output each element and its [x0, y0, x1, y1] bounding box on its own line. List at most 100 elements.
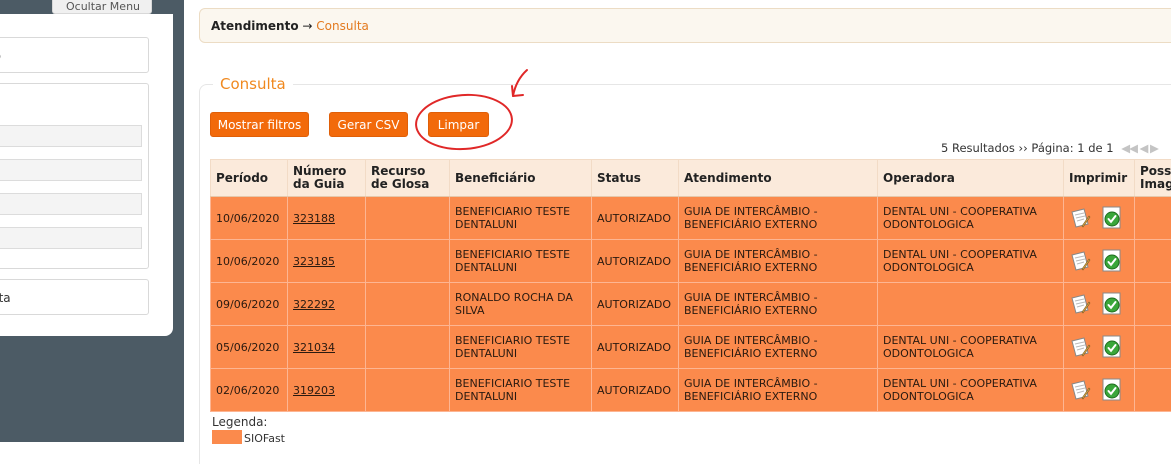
main-content: Atendimento → Consulta Consulta Mostrar … [184, 0, 1171, 442]
breadcrumb-arrow: → [302, 19, 312, 33]
sidebar-item-label: ista [0, 291, 11, 305]
breadcrumb-root[interactable]: Atendimento [211, 19, 299, 33]
breadcrumb: Atendimento → Consulta [199, 8, 1171, 43]
table-row[interactable]: 10/06/2020 323185 BENEFICIARIO TESTE DEN… [211, 240, 1171, 283]
guide-number-cell: 322292 [288, 283, 366, 326]
sidebar-field-3[interactable] [0, 193, 142, 215]
attendance-cell: GUIA DE INTERCÂMBIO - BENEFICIÁRIO EXTER… [679, 326, 878, 369]
beneficiary-cell: BENEFICIARIO TESTE DENTALUNI [450, 240, 592, 283]
guide-number-link[interactable]: 322292 [293, 298, 335, 311]
gloss-appeal-cell [366, 197, 450, 240]
print-document-icon[interactable] [1069, 293, 1091, 315]
guide-number-cell: 321034 [288, 326, 366, 369]
image-cell [1135, 369, 1171, 412]
period-cell: 02/06/2020 [211, 369, 288, 412]
print-cell [1064, 283, 1135, 326]
print-document-icon[interactable] [1069, 250, 1091, 272]
approve-check-icon[interactable] [1101, 249, 1123, 273]
legend-item-label: SIOFast [244, 432, 285, 445]
image-cell [1135, 326, 1171, 369]
period-cell: 10/06/2020 [211, 197, 288, 240]
status-cell: AUTORIZADO [592, 369, 679, 412]
operator-cell [878, 283, 1064, 326]
operator-cell: DENTAL UNI - COOPERATIVA ODONTOLOGICA [878, 197, 1064, 240]
guide-number-link[interactable]: 323185 [293, 255, 335, 268]
column-header[interactable]: Imprimir [1064, 160, 1135, 197]
pagination-separator: ›› [1019, 141, 1028, 155]
table-row[interactable]: 02/06/2020 319203 BENEFICIARIO TESTE DEN… [211, 369, 1171, 412]
status-cell: AUTORIZADO [592, 326, 679, 369]
column-header[interactable]: Número da Guia [288, 160, 366, 197]
status-cell: AUTORIZADO [592, 283, 679, 326]
gloss-appeal-cell [366, 283, 450, 326]
sidebar-item-label: ro [0, 49, 1, 63]
sidebar-field-4[interactable] [0, 227, 142, 249]
guide-number-cell: 319203 [288, 369, 366, 412]
attendance-cell: GUIA DE INTERCÂMBIO - BENEFICIÁRIO EXTER… [679, 197, 878, 240]
operator-cell: DENTAL UNI - COOPERATIVA ODONTOLOGICA [878, 240, 1064, 283]
image-cell [1135, 197, 1171, 240]
sidebar-item-top[interactable]: ro [0, 37, 149, 73]
section-title: Consulta [213, 75, 293, 93]
period-cell: 10/06/2020 [211, 240, 288, 283]
annotation-arrow-icon [504, 66, 534, 106]
sidebar-filter-group: o [0, 83, 149, 269]
operator-cell: DENTAL UNI - COOPERATIVA ODONTOLOGICA [878, 369, 1064, 412]
print-cell [1064, 240, 1135, 283]
status-cell: AUTORIZADO [592, 197, 679, 240]
beneficiary-cell: BENEFICIARIO TESTE DENTALUNI [450, 197, 592, 240]
column-header[interactable]: Atendimento [679, 160, 878, 197]
column-header[interactable]: Recurso de Glosa [366, 160, 450, 197]
image-cell [1135, 240, 1171, 283]
print-cell [1064, 326, 1135, 369]
sidebar-panel: ro o ista [0, 14, 173, 336]
pagination: 5 Resultados ›› Página: 1 de 1 ◀◀ ◀ ▶ [941, 141, 1158, 155]
sidebar-field-1[interactable] [0, 125, 142, 147]
print-cell [1064, 369, 1135, 412]
breadcrumb-current[interactable]: Consulta [316, 19, 369, 33]
image-cell [1135, 283, 1171, 326]
sidebar-field-2[interactable]: o [0, 159, 142, 181]
attendance-cell: GUIA DE INTERCÂMBIO - BENEFICIÁRIO EXTER… [679, 240, 878, 283]
pagination-arrows-icon[interactable]: ◀◀ ◀ ▶ [1121, 141, 1158, 155]
hide-menu-tab[interactable]: Ocultar Menu [52, 0, 152, 14]
column-header[interactable]: Período [211, 160, 288, 197]
approve-check-icon[interactable] [1101, 378, 1123, 402]
guide-number-cell: 323188 [288, 197, 366, 240]
column-header[interactable]: Beneficiário [450, 160, 592, 197]
approve-check-icon[interactable] [1101, 335, 1123, 359]
attendance-cell: GUIA DE INTERCÂMBIO - BENEFICIÁRIO EXTER… [679, 369, 878, 412]
period-cell: 05/06/2020 [211, 326, 288, 369]
column-header[interactable]: Operadora [878, 160, 1064, 197]
print-cell [1064, 197, 1135, 240]
period-cell: 09/06/2020 [211, 283, 288, 326]
guide-number-cell: 323185 [288, 240, 366, 283]
attendance-cell: GUIA DE INTERCÂMBIO - BENEFICIÁRIO EXTER… [679, 283, 878, 326]
guide-number-link[interactable]: 319203 [293, 384, 335, 397]
table-row[interactable]: 05/06/2020 321034 BENEFICIARIO TESTE DEN… [211, 326, 1171, 369]
print-document-icon[interactable] [1069, 336, 1091, 358]
beneficiary-cell: BENEFICIARIO TESTE DENTALUNI [450, 369, 592, 412]
table-row[interactable]: 09/06/2020 322292 RONALDO ROCHA DA SILVA… [211, 283, 1171, 326]
beneficiary-cell: BENEFICIARIO TESTE DENTALUNI [450, 326, 592, 369]
approve-check-icon[interactable] [1101, 206, 1123, 230]
column-header[interactable]: Poss Imag [1135, 160, 1171, 197]
print-document-icon[interactable] [1069, 379, 1091, 401]
page-indicator: Página: 1 de 1 [1031, 141, 1113, 155]
column-header[interactable]: Status [592, 160, 679, 197]
print-document-icon[interactable] [1069, 207, 1091, 229]
gloss-appeal-cell [366, 369, 450, 412]
status-cell: AUTORIZADO [592, 240, 679, 283]
legend-label: Legenda: [212, 415, 267, 429]
sidebar-item-bottom[interactable]: ista [0, 279, 149, 315]
gloss-appeal-cell [366, 240, 450, 283]
guide-number-link[interactable]: 323188 [293, 212, 335, 225]
show-filters-button[interactable]: Mostrar filtros [210, 112, 309, 137]
beneficiary-cell: RONALDO ROCHA DA SILVA [450, 283, 592, 326]
table-row[interactable]: 10/06/2020 323188 BENEFICIARIO TESTE DEN… [211, 197, 1171, 240]
guide-number-link[interactable]: 321034 [293, 341, 335, 354]
approve-check-icon[interactable] [1101, 292, 1123, 316]
generate-csv-button[interactable]: Gerar CSV [329, 112, 408, 137]
table-header-row: Período Número da Guia Recurso de Glosa … [211, 160, 1171, 197]
results-count: 5 Resultados [941, 141, 1015, 155]
